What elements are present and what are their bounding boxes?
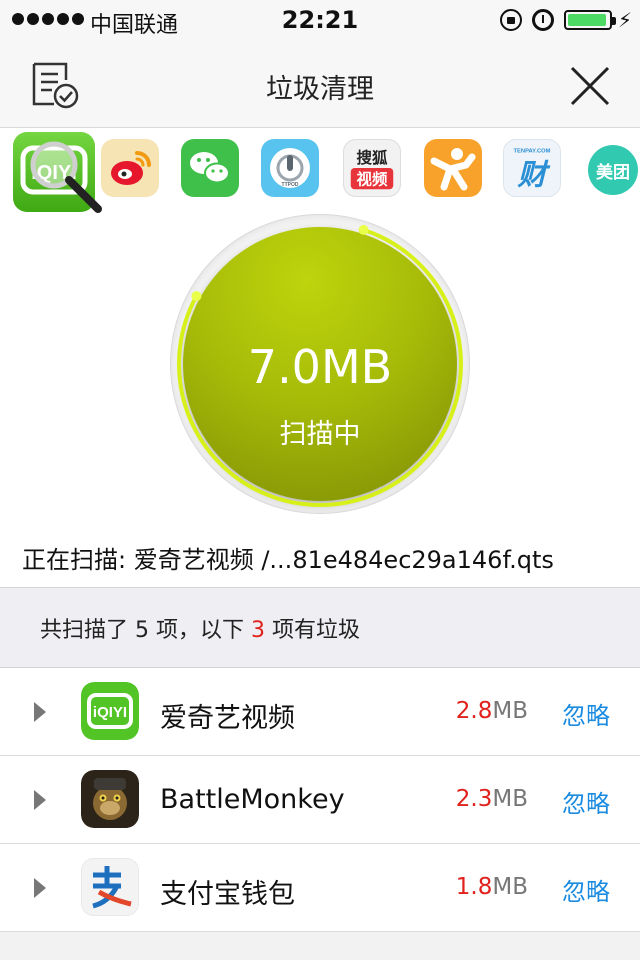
item-size-value: 2.8 [455, 698, 493, 724]
tenpay-icon: TENPAY.COM 财 [514, 149, 551, 192]
app-icon-sohu-video[interactable]: 搜狐 视频 [343, 139, 401, 197]
expand-arrow-icon[interactable] [34, 702, 46, 722]
scan-size-value: 7.0MB [247, 340, 393, 394]
wechat-icon [190, 152, 230, 184]
item-size-value: 1.8 [455, 874, 493, 900]
battery-level [568, 14, 606, 26]
scan-status-label: 扫描中 [279, 419, 361, 450]
app-icon-tenpay[interactable]: TENPAY.COM 财 [503, 139, 561, 197]
svg-text:财: 财 [517, 157, 551, 191]
app-icon-strip: iQIYI TTPOD 搜狐 [0, 129, 640, 215]
ttpod-icon: TTPOD [270, 148, 310, 188]
list-item[interactable]: iQIYI 爱奇艺视频 2.8MB 忽略 [0, 668, 640, 756]
charging-icon: ⚡ [618, 8, 633, 32]
scan-summary: 共扫描了 5 项，以下 3 项有垃圾 [0, 587, 640, 668]
svg-text:TENPAY.COM: TENPAY.COM [514, 149, 551, 155]
weibo-icon [111, 151, 151, 185]
item-name: 爱奇艺视频 [160, 703, 295, 734]
alarm-icon [532, 9, 554, 31]
app-icon-wechat[interactable] [181, 139, 239, 197]
sohu-video-icon: 搜狐 视频 [350, 148, 394, 190]
expand-arrow-icon[interactable] [34, 790, 46, 810]
summary-prefix: 共扫描了 5 项，以下 [40, 618, 251, 643]
ctrip-icon [430, 148, 476, 191]
svg-text:搜狐: 搜狐 [357, 148, 388, 167]
ignore-button[interactable]: 忽略 [562, 696, 610, 731]
app-icon-weibo[interactable] [101, 139, 159, 197]
item-size-unit: MB [492, 786, 528, 812]
list-item[interactable]: BattleMonkey 2.3MB 忽略 [0, 756, 640, 844]
close-icon[interactable] [570, 66, 610, 106]
status-bar: 中国联通 22:21 ⚡ [0, 0, 640, 40]
alipay-icon [81, 858, 139, 916]
list-item[interactable]: 支付宝钱包 1.8MB 忽略 [0, 844, 640, 932]
item-size-value: 2.3 [455, 786, 493, 812]
rotation-lock-icon [500, 9, 522, 31]
item-size-unit: MB [492, 874, 528, 900]
current-scan-path: 正在扫描: 爱奇艺视频 /...81e484ec29a146f.qts [22, 546, 554, 574]
junk-count: 3 [250, 618, 265, 643]
iqiyi-icon: iQIYI [81, 682, 139, 740]
item-name: BattleMonkey [160, 784, 345, 815]
ignore-button[interactable]: 忽略 [562, 872, 610, 907]
item-size: 2.3MB [456, 786, 528, 812]
item-name: 支付宝钱包 [160, 879, 295, 910]
svg-text:iQIYI: iQIYI [93, 704, 127, 721]
ignore-button[interactable]: 忽略 [562, 784, 610, 819]
svg-text:视频: 视频 [357, 169, 388, 188]
item-size: 1.8MB [456, 874, 528, 900]
nav-bar: 垃圾清理 [0, 40, 640, 128]
item-size: 2.8MB [456, 698, 528, 724]
summary-suffix: 项有垃圾 [264, 618, 360, 643]
battery-icon [564, 10, 616, 30]
battlemonkey-icon [81, 770, 139, 828]
expand-arrow-icon[interactable] [34, 878, 46, 898]
page-title: 垃圾清理 [266, 74, 374, 105]
magnifier-icon [30, 141, 102, 213]
app-icon-ttpod[interactable]: TTPOD [261, 139, 319, 197]
app-icon-ctrip[interactable] [424, 139, 482, 197]
item-size-unit: MB [492, 698, 528, 724]
next-section-peek [0, 932, 640, 960]
app-icon-meituan[interactable]: 美团 [588, 145, 638, 195]
svg-text:TTPOD: TTPOD [282, 182, 299, 188]
